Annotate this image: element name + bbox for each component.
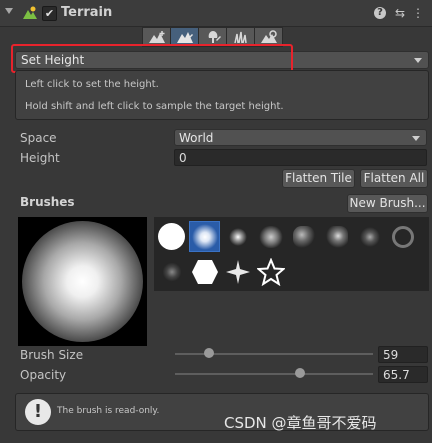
hexagon-icon bbox=[191, 259, 218, 284]
height-input[interactable]: 0 bbox=[174, 149, 427, 166]
brush-thumbnail bbox=[359, 226, 380, 247]
help-line-2: Hold shift and left click to sample the … bbox=[25, 101, 284, 112]
highlight-annotation-box bbox=[11, 44, 293, 73]
new-brush-button[interactable]: New Brush... bbox=[347, 194, 428, 213]
flatten-all-button[interactable]: Flatten All bbox=[360, 169, 428, 188]
opacity-slider-thumb[interactable] bbox=[294, 368, 305, 378]
foldout-arrow-icon[interactable] bbox=[5, 8, 13, 14]
brush-star-outline[interactable] bbox=[255, 256, 286, 287]
help-icon[interactable]: ? bbox=[372, 5, 388, 21]
brush-size-slider-thumb[interactable] bbox=[203, 348, 214, 358]
component-title: Terrain bbox=[61, 5, 113, 20]
flatten-tile-button[interactable]: Flatten Tile bbox=[282, 169, 355, 188]
brush-size-input[interactable]: 59 bbox=[378, 346, 428, 363]
brush-thumbnail bbox=[191, 223, 218, 250]
brush-size-label: Brush Size bbox=[20, 348, 84, 362]
help-line-1: Left click to set the height. bbox=[25, 79, 159, 90]
space-label: Space bbox=[20, 131, 57, 145]
brush-noise-2[interactable] bbox=[321, 221, 352, 252]
brush-thumbnail bbox=[158, 223, 185, 250]
terrain-component-icon bbox=[22, 5, 38, 21]
brush-thumbnail bbox=[391, 225, 414, 248]
brush-thumbnail bbox=[325, 225, 348, 248]
space-value: World bbox=[179, 131, 214, 145]
brush-soft-circle-selected[interactable] bbox=[189, 221, 220, 252]
read-only-message: The brush is read-only. bbox=[57, 406, 160, 416]
enabled-checkbox[interactable]: ✔ bbox=[42, 6, 57, 21]
brush-cloud[interactable] bbox=[255, 221, 286, 252]
tree-icon bbox=[208, 31, 221, 43]
opacity-label: Opacity bbox=[20, 368, 67, 382]
star-burst-icon bbox=[225, 259, 250, 284]
brush-noise-3[interactable] bbox=[354, 221, 385, 252]
brush-star-soft[interactable] bbox=[222, 256, 253, 287]
more-options-icon[interactable]: ⋮ bbox=[410, 5, 426, 21]
height-label: Height bbox=[20, 151, 60, 165]
brush-grid bbox=[154, 217, 429, 291]
brush-falloff-image bbox=[22, 221, 143, 342]
watermark-text: CSDN @章鱼哥不爱码 bbox=[224, 414, 377, 432]
tool-help-box: Left click to set the height. Hold shift… bbox=[15, 70, 429, 120]
brush-thumbnail bbox=[228, 227, 247, 246]
chevron-down-icon bbox=[412, 136, 420, 141]
brush-thumbnail bbox=[162, 261, 181, 282]
terrain-settings-icon bbox=[260, 30, 277, 43]
brush-ring[interactable] bbox=[387, 221, 418, 252]
info-icon: ! bbox=[25, 399, 51, 425]
brush-hard-circle[interactable] bbox=[156, 221, 187, 252]
brush-thumbnail bbox=[292, 225, 315, 248]
brushes-heading: Brushes bbox=[20, 195, 75, 209]
space-dropdown[interactable]: World bbox=[174, 129, 427, 146]
chevron-down-icon bbox=[414, 58, 422, 63]
grass-icon bbox=[233, 31, 247, 44]
brush-grunge[interactable] bbox=[156, 256, 187, 287]
opacity-slider-track[interactable] bbox=[175, 373, 373, 375]
brush-hexagon[interactable] bbox=[189, 256, 220, 287]
paint-terrain-icon bbox=[176, 32, 193, 43]
brush-thumbnail bbox=[258, 225, 283, 248]
raise-terrain-icon bbox=[148, 31, 165, 43]
brush-noise-1[interactable] bbox=[288, 221, 319, 252]
brush-small-soft[interactable] bbox=[222, 221, 253, 252]
opacity-input[interactable]: 65.7 bbox=[378, 366, 428, 383]
star-outline-icon bbox=[256, 257, 285, 286]
brush-preview bbox=[18, 217, 147, 346]
preset-settings-icon[interactable]: ⇆ bbox=[392, 5, 408, 21]
